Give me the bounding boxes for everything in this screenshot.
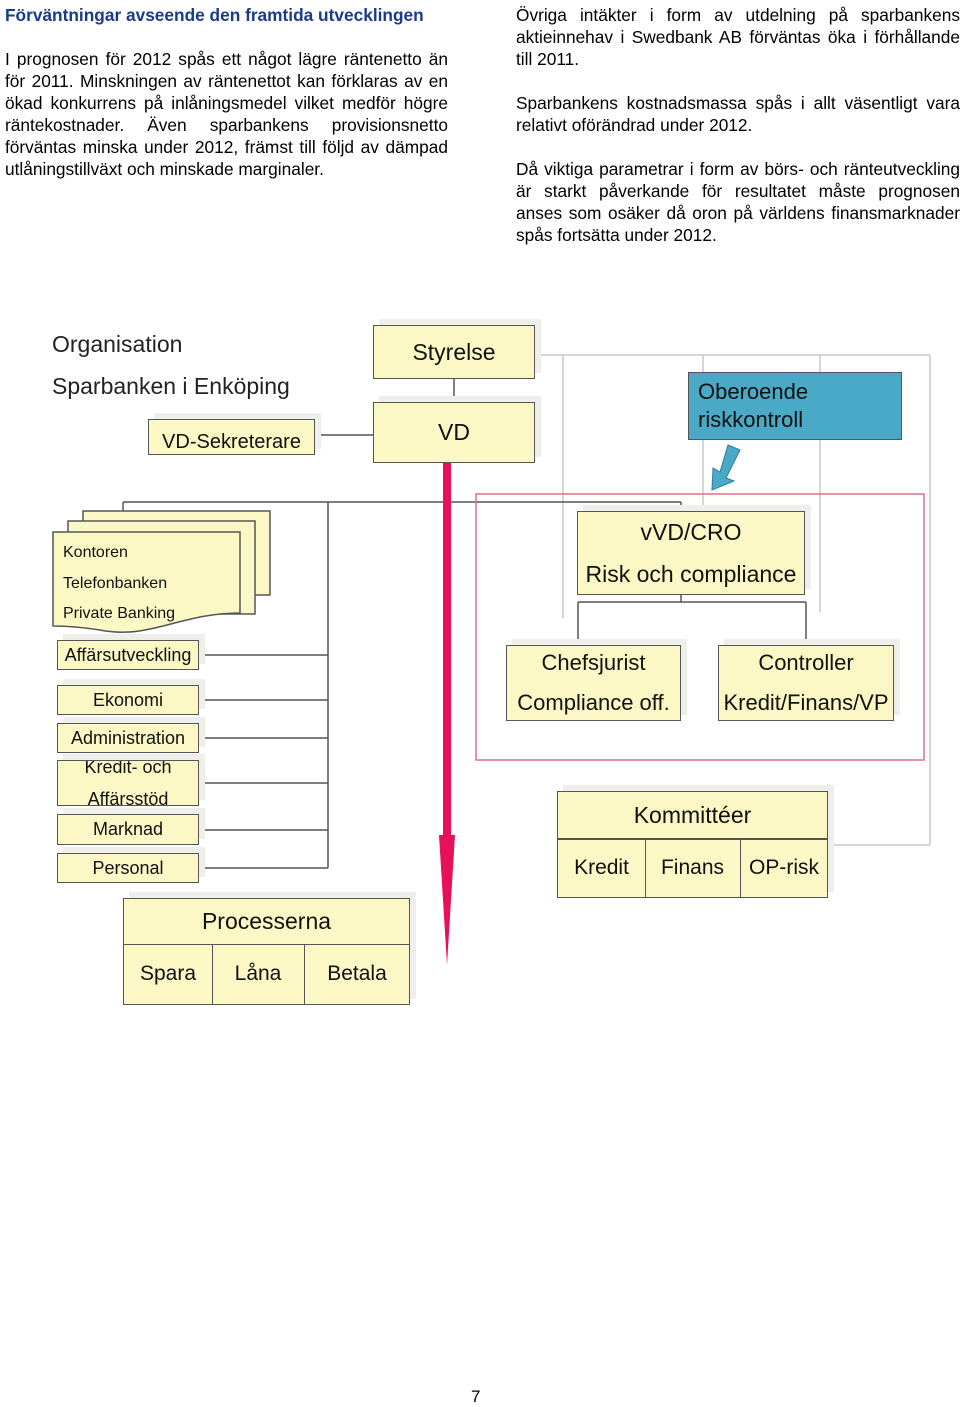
box-line: Compliance off. [517, 690, 670, 715]
committee-kredit: Kredit [558, 838, 646, 897]
box-administration: Administration [57, 723, 199, 753]
page-number: 7 [471, 1387, 481, 1406]
box-oberoende-riskkontroll: Oberoende riskkontroll [688, 372, 902, 440]
box-line: vVD/CRO [640, 519, 742, 545]
red-arrow-head [439, 835, 455, 965]
branch-private-banking: Private Banking [63, 605, 176, 622]
box-line: Oberoende [698, 379, 809, 404]
red-arrow-shaft [443, 463, 451, 836]
box-line: Kredit- och [84, 760, 172, 777]
box-kommitteer: Kommittéer Kredit Finans OP-risk [557, 791, 828, 898]
process-betala: Betala [327, 962, 387, 985]
committee-finans: Finans [645, 838, 741, 897]
box-ekonomi: Ekonomi [57, 685, 199, 715]
box-personal: Personal [57, 853, 199, 883]
box-affarsutveckling: Affärsutveckling [57, 640, 199, 670]
committee-op-risk: OP-risk [749, 855, 819, 879]
box-line: Chefsjurist [541, 650, 646, 675]
processes-title: Processerna [124, 899, 409, 945]
chart-subtitle: Sparbanken i Enköping [52, 373, 290, 399]
box-line: Affärsstöd [87, 789, 169, 806]
box-styrelse: Styrelse [373, 325, 535, 379]
box-line: riskkontroll [698, 407, 804, 432]
box-marknad: Marknad [57, 814, 199, 845]
blue-arrow-icon [711, 444, 741, 491]
box-line: Risk och compliance [585, 561, 797, 587]
branch-kontoren: Kontoren [63, 544, 128, 561]
box-processerna: Processerna Spara Låna Betala [123, 898, 410, 1005]
box-kredit-affarsstod: Kredit- och Affärsstöd [57, 760, 199, 806]
chart-title: Organisation [52, 331, 183, 357]
box-vvd-cro: vVD/CRO Risk och compliance [577, 511, 805, 595]
process-spara: Spara [124, 944, 213, 1004]
process-lana: Låna [212, 944, 305, 1004]
box-vd-sekreterare: VD-Sekreterare [148, 419, 315, 455]
committees-title: Kommittéer [558, 792, 827, 840]
box-vd: VD [373, 402, 535, 463]
box-controller: Controller Kredit/Finans/VP [718, 645, 894, 721]
box-line: Controller [758, 650, 854, 675]
box-chefsjurist: Chefsjurist Compliance off. [506, 645, 681, 721]
branch-list: Kontoren Telefonbanken Private Banking [63, 538, 175, 630]
box-line: Kredit/Finans/VP [723, 690, 889, 715]
branch-telefonbanken: Telefonbanken [63, 574, 168, 592]
